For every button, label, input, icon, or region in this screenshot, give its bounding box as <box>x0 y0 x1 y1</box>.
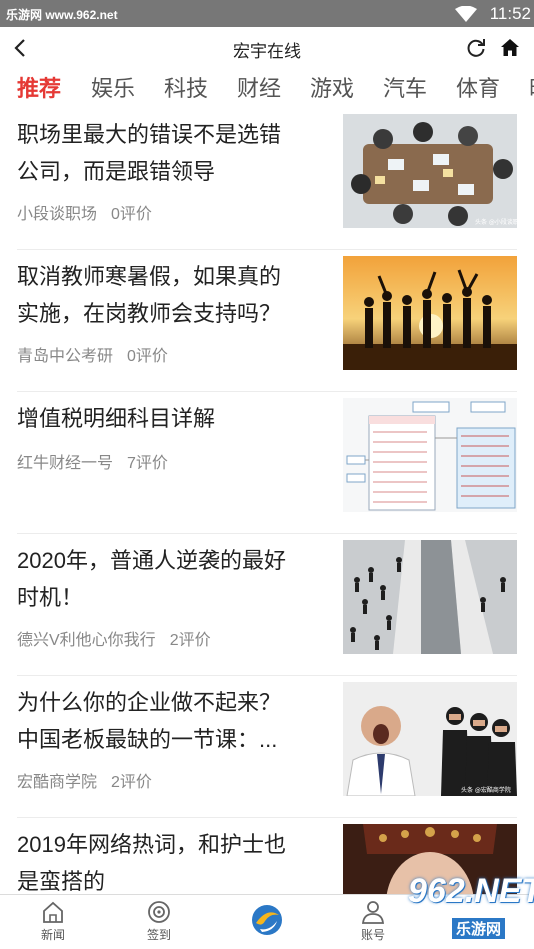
news-title: 取消教师寒暑假，如果真的 实施，在岗教师会支持吗？ <box>17 258 327 332</box>
news-source: 青岛中公考研 <box>17 348 114 365</box>
thumb-watermark: 头条 @小段谈职场 <box>475 218 517 226</box>
news-title: 2020年，普通人逆袭的最好 时机！ <box>17 542 327 616</box>
news-icon <box>43 901 63 923</box>
news-meta: 宏酷商学院 2评价 <box>17 768 152 792</box>
news-title-line: 公司，而是跟错领导 <box>17 159 216 184</box>
app-logo-icon <box>252 905 282 935</box>
tab-games[interactable]: 游戏 <box>310 71 354 103</box>
watermark-label: 乐游网 <box>452 918 506 939</box>
nav-news[interactable]: 新闻 <box>18 899 88 943</box>
news-title-line: 是蛮搭的 <box>17 869 106 894</box>
news-title-line: 为什么你的企业做不起来？ <box>17 690 282 715</box>
news-title-line: 2020年，普通人逆袭的最好 <box>17 548 286 573</box>
watermark-number: 962.NET <box>408 872 534 910</box>
nav-home-logo[interactable] <box>232 903 302 937</box>
news-meta: 德兴V利他心你我行 2评价 <box>17 626 211 650</box>
news-feed: 职场里最大的错误不是选错 公司，而是跟错领导 小段谈职场 0评价 头条 @小段谈职… <box>0 108 534 894</box>
news-comments: 0评价 <box>127 348 168 365</box>
category-tabs: 推荐 娱乐 科技 财经 游戏 汽车 体育 时 <box>0 69 534 107</box>
news-title-line: 时机！ <box>17 585 84 610</box>
news-comments: 2评价 <box>111 774 152 791</box>
home-icon[interactable] <box>498 36 522 60</box>
news-title-line: 增值税明细科目详解 <box>17 406 216 431</box>
page-title: 宏宇在线 <box>233 42 301 61</box>
news-comments: 7评价 <box>127 455 168 472</box>
news-thumbnail <box>343 398 517 512</box>
site-watermark: 962.NET 乐游网 <box>390 866 534 946</box>
tab-finance[interactable]: 财经 <box>237 71 281 103</box>
news-title: 2019年网络热词，和护士也 是蛮搭的 <box>17 826 327 894</box>
news-comments: 2评价 <box>169 632 211 649</box>
news-title-line: 实施，在岗教师会支持吗？ <box>17 301 282 326</box>
news-title: 职场里最大的错误不是选错 公司，而是跟错领导 <box>17 116 327 190</box>
news-comments: 0评价 <box>111 206 152 223</box>
news-source: 小段谈职场 <box>17 206 98 223</box>
tab-recommend[interactable]: 推荐 <box>17 71 61 103</box>
news-title: 为什么你的企业做不起来？ 中国老板最缺的一节课：... <box>17 684 327 758</box>
news-source: 宏酷商学院 <box>17 774 98 791</box>
news-thumbnail: 头条 @宏酷商学院 <box>343 682 517 796</box>
news-meta: 小段谈职场 0评价 <box>17 200 152 224</box>
nav-checkin-label: 签到 <box>146 928 171 942</box>
news-source: 德兴V利他心你我行 <box>17 632 156 649</box>
account-icon <box>361 901 385 924</box>
tab-more[interactable]: 时 <box>529 71 534 103</box>
news-title-line: 2019年网络热词，和护士也 <box>17 832 286 857</box>
news-title-line: 中国老板最缺的一节课：... <box>17 727 278 752</box>
checkin-icon <box>148 901 170 923</box>
news-item[interactable]: 职场里最大的错误不是选错 公司，而是跟错领导 小段谈职场 0评价 头条 @小段谈职… <box>17 108 517 250</box>
news-thumbnail: 头条 @小段谈职场 <box>343 114 517 228</box>
status-site-label: 乐游网 www.962.net <box>6 8 118 22</box>
tab-entertainment[interactable]: 娱乐 <box>91 71 135 103</box>
news-title-line: 职场里最大的错误不是选错 <box>17 122 282 147</box>
refresh-icon[interactable] <box>464 36 488 60</box>
news-title-line: 取消教师寒暑假，如果真的 <box>17 264 282 289</box>
news-meta: 红牛财经一号 7评价 <box>17 449 168 473</box>
news-item[interactable]: 为什么你的企业做不起来？ 中国老板最缺的一节课：... 宏酷商学院 2评价 头条 … <box>17 676 517 818</box>
nav-news-label: 新闻 <box>40 928 65 942</box>
tab-sports[interactable]: 体育 <box>456 71 500 103</box>
tab-tech[interactable]: 科技 <box>164 71 208 103</box>
tab-cars[interactable]: 汽车 <box>383 71 427 103</box>
status-bar: 乐游网 www.962.net 11:52 <box>0 0 534 27</box>
news-item[interactable]: 增值税明细科目详解 红牛财经一号 7评价 <box>17 392 517 534</box>
title-bar: 宏宇在线 <box>0 27 534 69</box>
news-thumbnail <box>343 540 517 654</box>
news-thumbnail <box>343 256 517 370</box>
news-title: 增值税明细科目详解 <box>17 400 327 437</box>
thumb-watermark: 头条 @宏酷商学院 <box>461 786 511 794</box>
wifi-icon <box>455 5 477 27</box>
news-item[interactable]: 2020年，普通人逆袭的最好 时机！ 德兴V利他心你我行 2评价 <box>17 534 517 676</box>
status-time: 11:52 <box>489 4 531 23</box>
news-meta: 青岛中公考研 0评价 <box>17 342 168 366</box>
news-source: 红牛财经一号 <box>17 455 114 472</box>
nav-checkin[interactable]: 签到 <box>124 899 194 943</box>
news-item[interactable]: 取消教师寒暑假，如果真的 实施，在岗教师会支持吗？ 青岛中公考研 0评价 <box>17 250 517 392</box>
